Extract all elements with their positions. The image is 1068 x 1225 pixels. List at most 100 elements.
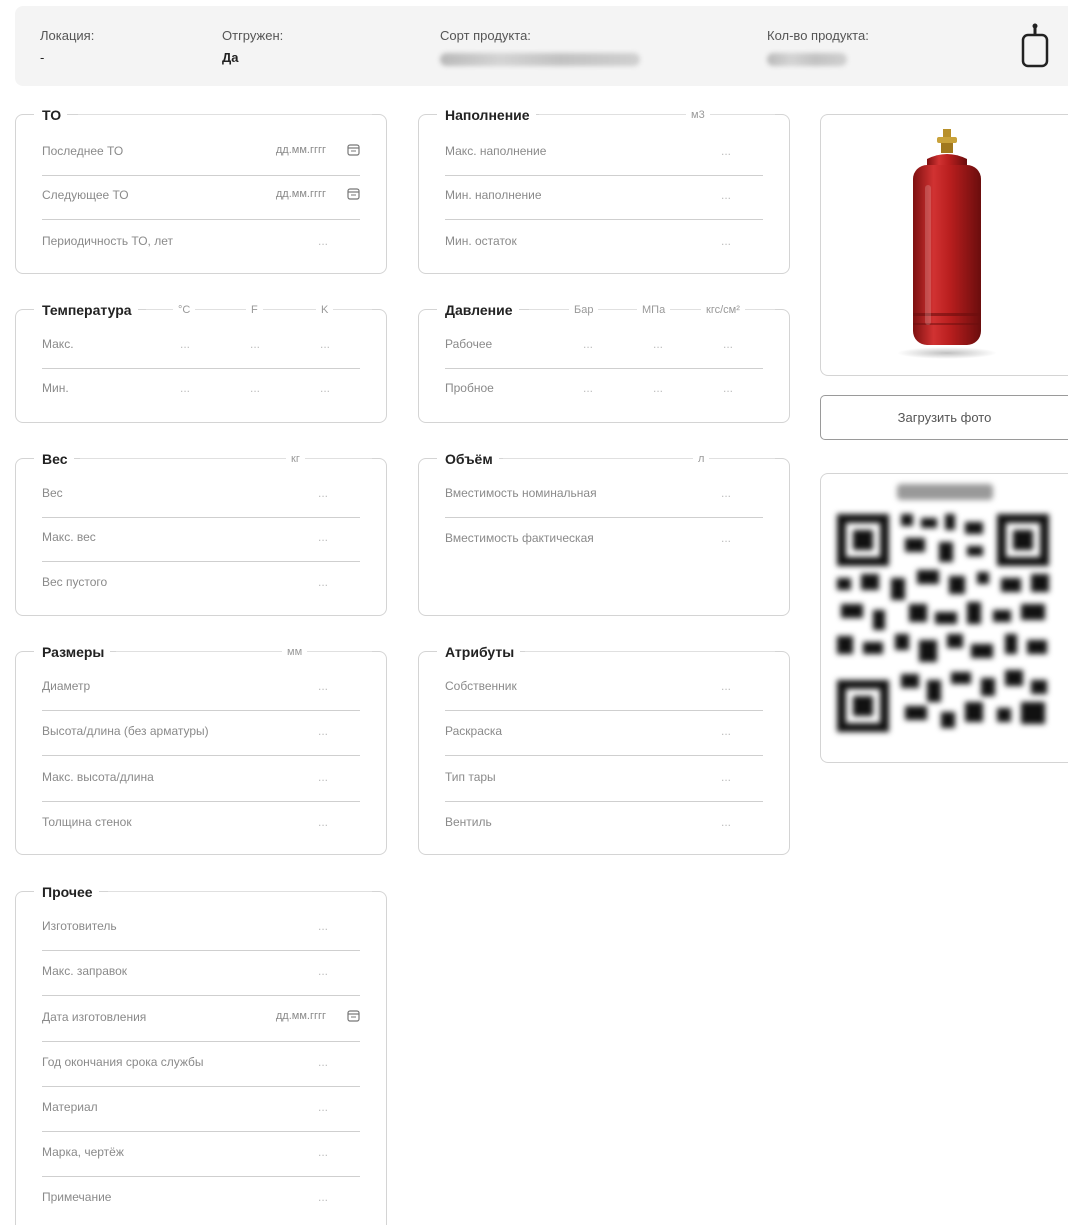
upload-photo-button[interactable]: Загрузить фото — [820, 395, 1068, 440]
row-value[interactable]: ... — [721, 531, 731, 545]
row-min-filling[interactable]: Мин. наполнение ... — [445, 176, 763, 220]
row-value[interactable]: ... — [318, 724, 328, 738]
row-test-pressure[interactable]: Пробное ... ... ... — [445, 369, 763, 413]
row-temp-max[interactable]: Макс. ... ... ... — [42, 325, 360, 369]
row-value[interactable]: ... — [721, 815, 731, 829]
cylinder-icon[interactable] — [1019, 22, 1051, 70]
row-value[interactable]: ... — [318, 1100, 328, 1114]
row-value[interactable]: ... — [250, 337, 260, 351]
row-value[interactable]: ... — [318, 679, 328, 693]
row-wall-thickness[interactable]: Толщина стенок ... — [42, 803, 360, 847]
row-label: Раскраска — [445, 724, 503, 738]
panel-filling-title: Наполнение — [437, 107, 536, 123]
row-value[interactable]: ... — [723, 337, 733, 351]
row-diameter[interactable]: Диаметр ... — [42, 667, 360, 711]
row-note[interactable]: Примечание ... — [42, 1178, 360, 1222]
row-brand-drawing[interactable]: Марка, чертёж ... — [42, 1133, 360, 1177]
row-manufacture-date[interactable]: Дата изготовления дд.мм.гггг — [42, 998, 360, 1042]
row-manufacturer[interactable]: Изготовитель ... — [42, 907, 360, 951]
unit-celsius: °C — [173, 301, 196, 319]
row-last-maintenance[interactable]: Последнее ТО дд.мм.гггг — [42, 132, 360, 176]
calendar-icon[interactable] — [347, 1009, 360, 1022]
location-value: - — [40, 50, 45, 65]
row-value[interactable]: ... — [318, 1190, 328, 1204]
row-value[interactable]: ... — [318, 1055, 328, 1069]
row-value[interactable]: ... — [721, 144, 731, 158]
row-actual-capacity[interactable]: Вместимость фактическая ... — [445, 519, 763, 563]
row-max-weight[interactable]: Макс. вес ... — [42, 518, 360, 562]
row-value[interactable]: ... — [318, 964, 328, 978]
product-info-header: Локация: - Отгружен: Да Сорт продукта: К… — [15, 6, 1068, 86]
panel-volume: Объём л Вместимость номинальная ... Вмес… — [418, 450, 790, 616]
row-label: Собственник — [445, 679, 517, 693]
unit-kelvin: K — [316, 301, 334, 319]
row-value[interactable]: ... — [318, 770, 328, 784]
calendar-icon[interactable] — [347, 187, 360, 200]
row-nominal-capacity[interactable]: Вместимость номинальная ... — [445, 474, 763, 518]
row-value[interactable]: ... — [318, 919, 328, 933]
calendar-icon[interactable] — [347, 143, 360, 156]
row-label: Следующее ТО — [42, 188, 129, 202]
date-placeholder[interactable]: дд.мм.гггг — [276, 1010, 326, 1022]
panel-dimensions-title: Размеры — [34, 644, 111, 660]
row-value[interactable]: ... — [723, 381, 733, 395]
row-value[interactable]: ... — [318, 486, 328, 500]
row-temp-min[interactable]: Мин. ... ... ... — [42, 369, 360, 413]
row-value[interactable]: ... — [318, 815, 328, 829]
product-grade-value-blurred — [440, 53, 640, 66]
row-container-type[interactable]: Тип тары ... — [445, 758, 763, 802]
row-value[interactable]: ... — [721, 679, 731, 693]
row-max-refills[interactable]: Макс. заправок ... — [42, 952, 360, 996]
date-placeholder[interactable]: дд.мм.гггг — [276, 144, 326, 156]
row-label: Вместимость номинальная — [445, 486, 597, 500]
row-material[interactable]: Материал ... — [42, 1088, 360, 1132]
panel-filling: Наполнение м3 Макс. наполнение ... Мин. … — [418, 106, 790, 274]
row-value[interactable]: ... — [721, 188, 731, 202]
qr-code-image — [837, 484, 1049, 732]
row-value[interactable]: ... — [583, 381, 593, 395]
row-coloring[interactable]: Раскраска ... — [445, 712, 763, 756]
row-value[interactable]: ... — [653, 337, 663, 351]
row-label: Мин. наполнение — [445, 188, 542, 202]
row-valve[interactable]: Вентиль ... — [445, 803, 763, 847]
product-photo — [820, 114, 1068, 376]
row-value[interactable]: ... — [318, 575, 328, 589]
shipped-field: Отгружен: Да — [222, 28, 283, 65]
row-value[interactable]: ... — [653, 381, 663, 395]
row-label: Мин. — [42, 381, 69, 395]
product-grade-field: Сорт продукта: — [440, 28, 640, 66]
row-max-filling[interactable]: Макс. наполнение ... — [445, 132, 763, 176]
unit-label: кг — [286, 450, 305, 468]
row-weight[interactable]: Вес ... — [42, 474, 360, 518]
row-empty-weight[interactable]: Вес пустого ... — [42, 563, 360, 607]
row-min-residue[interactable]: Мин. остаток ... — [445, 222, 763, 266]
row-maintenance-period[interactable]: Периодичность ТО, лет ... — [42, 222, 360, 266]
row-value[interactable]: ... — [318, 234, 328, 248]
panel-other: Прочее Изготовитель ... Макс. заправок .… — [15, 884, 387, 1225]
row-max-height[interactable]: Макс. высота/длина ... — [42, 758, 360, 802]
row-value[interactable]: ... — [180, 337, 190, 351]
row-label: Толщина стенок — [42, 815, 132, 829]
panel-other-title: Прочее — [34, 884, 99, 900]
row-service-end-year[interactable]: Год окончания срока службы ... — [42, 1043, 360, 1087]
row-owner[interactable]: Собственник ... — [445, 667, 763, 711]
row-label: Примечание — [42, 1190, 112, 1204]
row-value[interactable]: ... — [721, 234, 731, 248]
panel-pressure: Давление Бар МПа кгс/см² Рабочее ... ...… — [418, 301, 790, 423]
date-placeholder[interactable]: дд.мм.гггг — [276, 188, 326, 200]
row-height-no-fittings[interactable]: Высота/длина (без арматуры) ... — [42, 712, 360, 756]
row-label: Макс. вес — [42, 530, 96, 544]
row-value[interactable]: ... — [583, 337, 593, 351]
row-working-pressure[interactable]: Рабочее ... ... ... — [445, 325, 763, 369]
row-value[interactable]: ... — [320, 337, 330, 351]
panel-volume-title: Объём — [437, 451, 499, 467]
row-value[interactable]: ... — [250, 381, 260, 395]
row-next-maintenance[interactable]: Следующее ТО дд.мм.гггг — [42, 176, 360, 220]
row-value[interactable]: ... — [180, 381, 190, 395]
row-value[interactable]: ... — [318, 1145, 328, 1159]
row-value[interactable]: ... — [320, 381, 330, 395]
row-value[interactable]: ... — [721, 770, 731, 784]
row-value[interactable]: ... — [721, 724, 731, 738]
row-value[interactable]: ... — [721, 486, 731, 500]
row-value[interactable]: ... — [318, 530, 328, 544]
